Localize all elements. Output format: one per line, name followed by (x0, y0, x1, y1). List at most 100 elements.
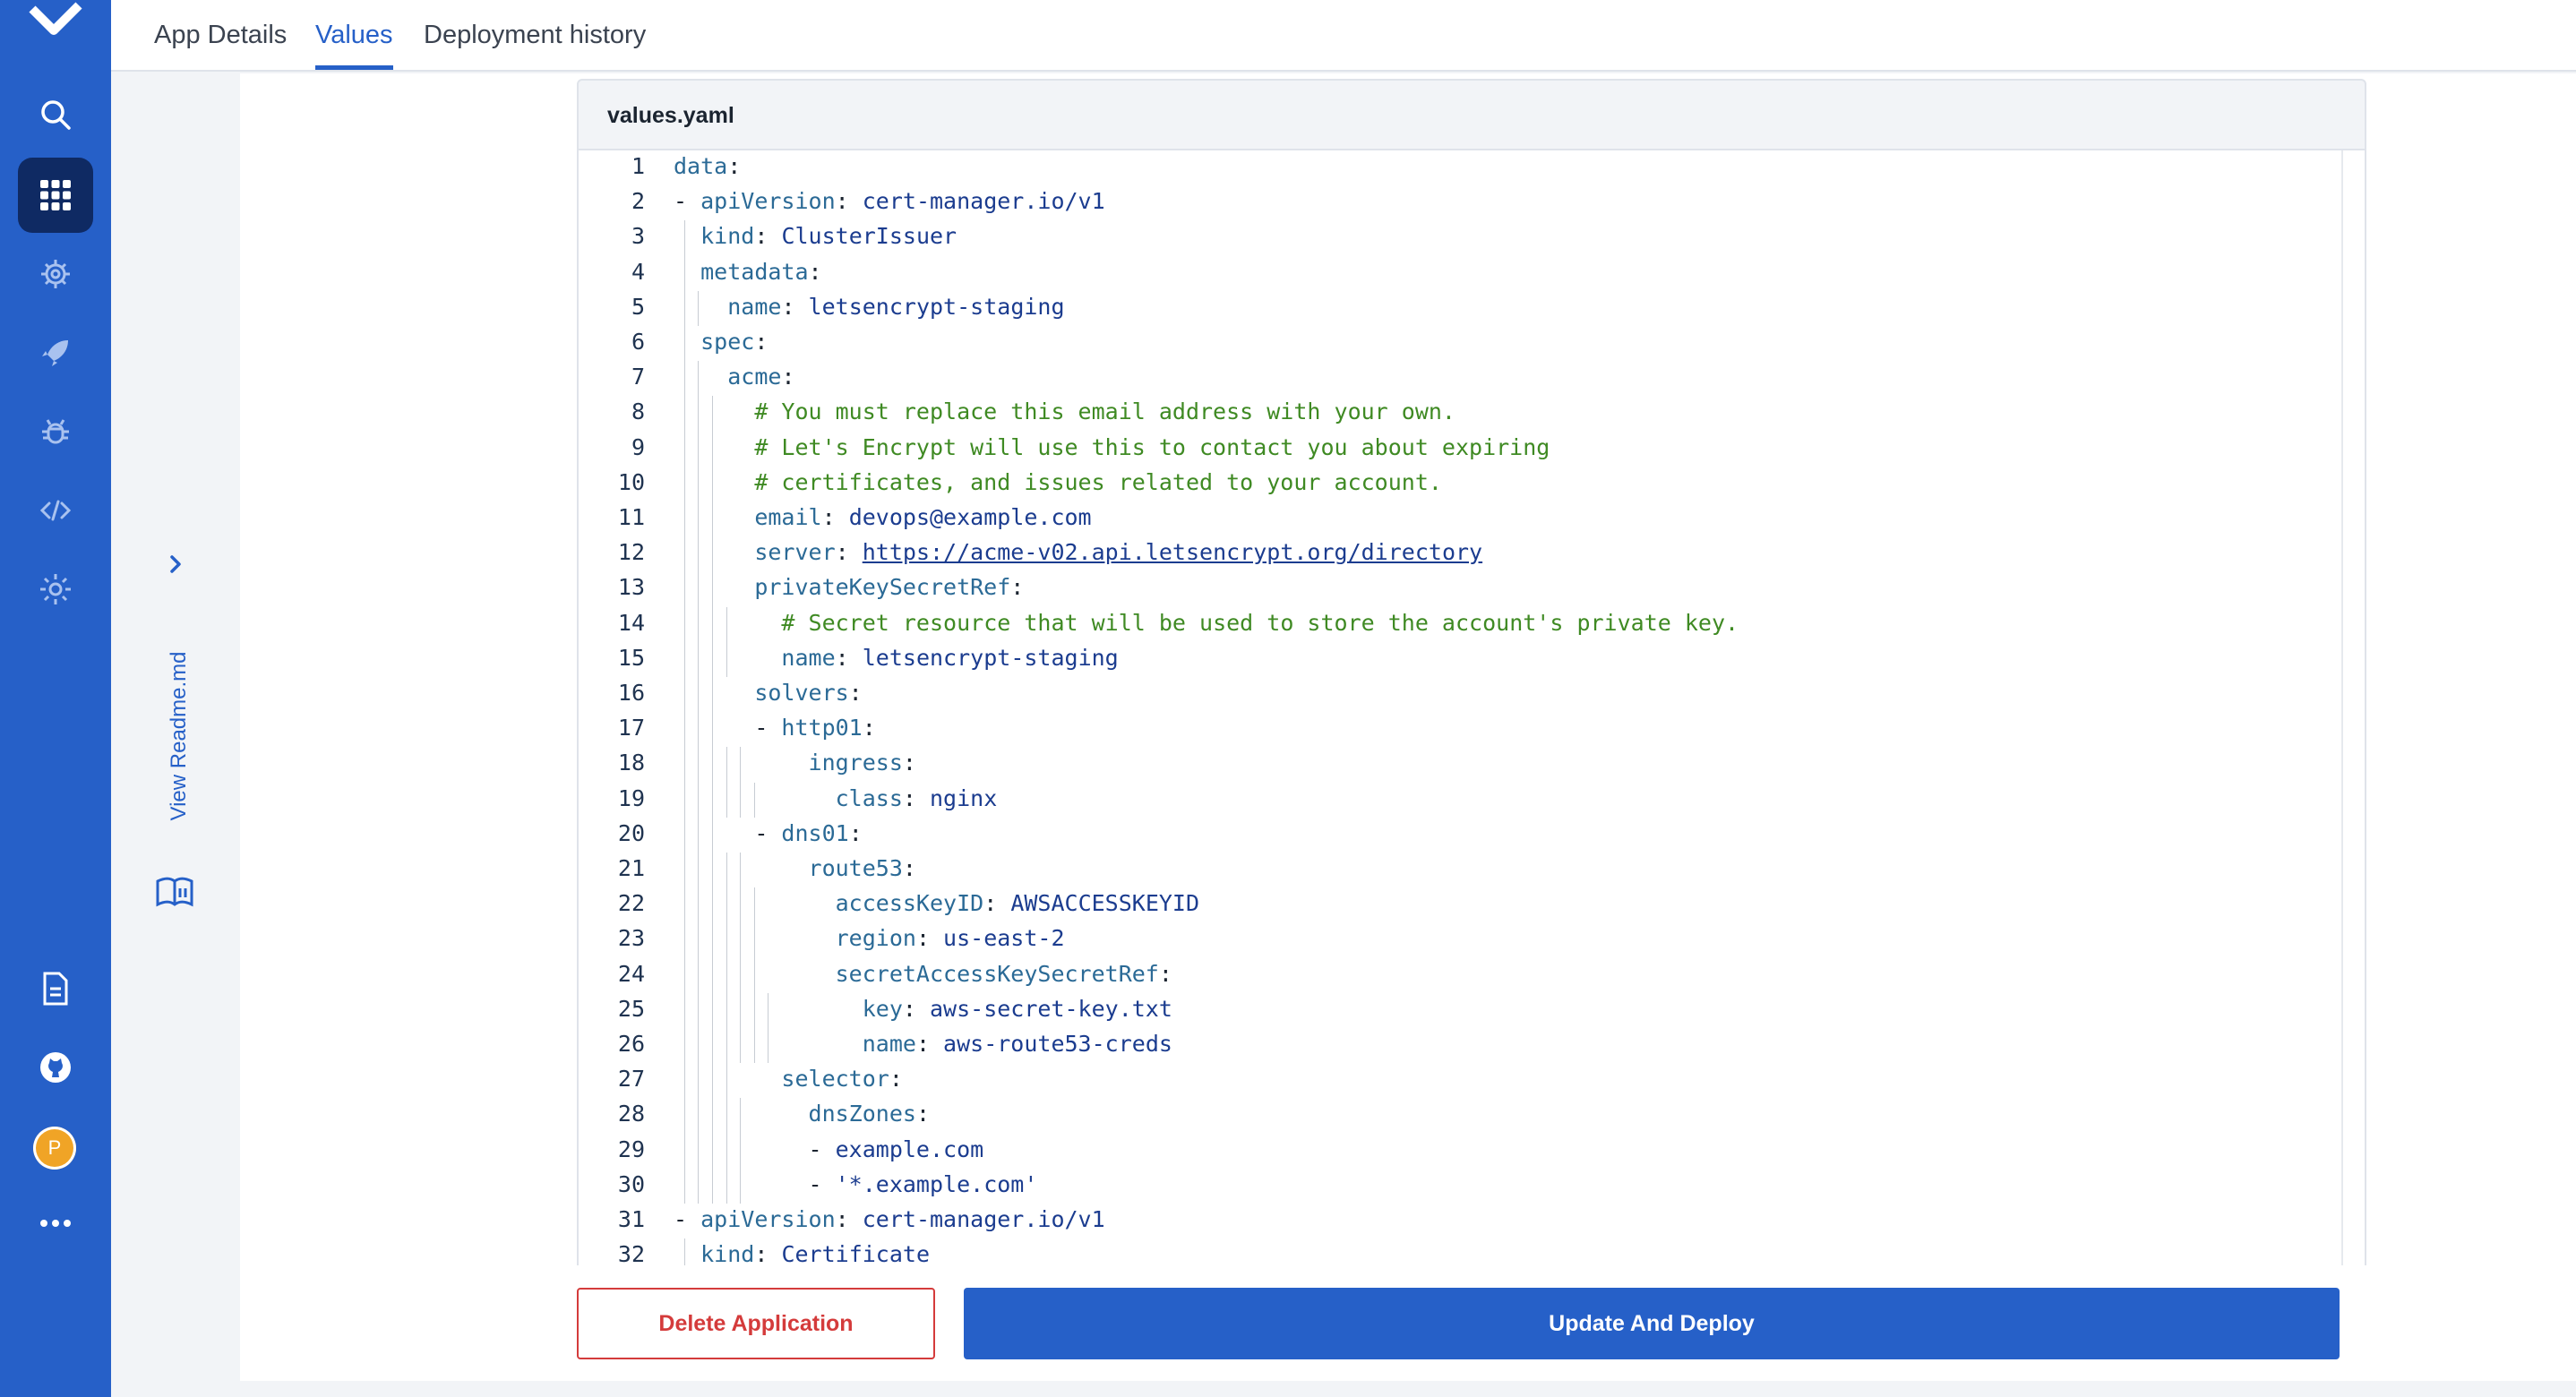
code-line: 10 # certificates, and issues related to… (579, 467, 2365, 499)
code-line: 16 solvers: (579, 677, 2365, 709)
indent-guide (740, 1133, 742, 1169)
indent-guide (740, 1168, 742, 1204)
indent-guide (726, 782, 727, 818)
indent-guide (712, 712, 713, 748)
code-line: 29 - example.com (579, 1134, 2365, 1166)
code-editor[interactable]: 1 data: 2- apiVersion: cert-manager.io/v1 3… (577, 150, 2366, 1265)
code-text: # Let's Encrypt will use this to contact… (754, 433, 1550, 460)
indent-guide (683, 887, 685, 923)
indent-guide (698, 396, 700, 432)
view-readme-link[interactable]: View Readme.md (167, 652, 192, 821)
indent-guide (740, 1098, 742, 1134)
logo-icon[interactable] (18, 0, 93, 59)
indent-guide (683, 641, 685, 677)
code-line: 14 # Secret resource that will be used t… (579, 607, 2365, 639)
code-line: 11 email: devops@example.com (579, 501, 2365, 534)
deploy-rocket-icon[interactable] (18, 315, 93, 390)
indent-guide (726, 922, 727, 958)
code-line: 31 - apiVersion: cert-manager.io/v1 (579, 1204, 2365, 1236)
line-number: 4 (631, 258, 645, 285)
code-text: class: nginx (835, 784, 998, 811)
action-bar: Delete Application Update And Deploy (577, 1288, 2368, 1361)
indent-guide (683, 1168, 685, 1204)
github-icon[interactable] (18, 1030, 93, 1105)
tab-values[interactable]: Values (315, 0, 393, 70)
indent-guide (698, 431, 700, 467)
line-number: 16 (617, 680, 645, 706)
indent-guide (698, 361, 700, 397)
indent-guide (726, 887, 727, 923)
indent-guide (726, 853, 727, 888)
line-number: 14 (617, 609, 645, 636)
chevron-right-icon[interactable] (159, 548, 192, 580)
avatar-initial: P (47, 1136, 62, 1159)
indent-guide (712, 922, 713, 958)
line-number: 5 (631, 293, 645, 320)
code-line: 23 region: us-east-2 (579, 922, 2365, 955)
readme-book-icon[interactable] (154, 874, 195, 914)
line-number: 23 (617, 925, 645, 952)
code-text: - http01: (754, 715, 876, 741)
indent-guide (683, 922, 685, 958)
line-number: 6 (631, 329, 645, 355)
avatar[interactable]: P (33, 1127, 76, 1170)
code-line: 6 spec: (579, 326, 2365, 358)
line-number: 9 (631, 433, 645, 460)
chart-store-icon[interactable] (18, 236, 93, 312)
line-number: 31 (617, 1206, 645, 1232)
top-tab-bar: App Details Values Deployment history (111, 0, 2576, 72)
indent-guide (740, 992, 742, 1028)
indent-guide (712, 1028, 713, 1064)
indent-guide (698, 606, 700, 642)
indent-guide (683, 1238, 685, 1265)
indent-guide (683, 220, 685, 256)
tab-deployment-history[interactable]: Deployment history (424, 0, 646, 70)
update-and-deploy-button[interactable]: Update And Deploy (964, 1288, 2340, 1359)
indent-guide (698, 1168, 700, 1204)
indent-guide (712, 747, 713, 783)
indent-guide (698, 536, 700, 572)
indent-guide (712, 571, 713, 607)
code-line: 25 key: aws-secret-key.txt (579, 993, 2365, 1025)
code-line: 17 - http01: (579, 712, 2365, 744)
line-number: 18 (617, 750, 645, 776)
indent-guide (698, 677, 700, 713)
indent-guide (698, 747, 700, 783)
more-icon[interactable] (18, 1186, 93, 1261)
indent-guide (726, 747, 727, 783)
indent-guide (698, 782, 700, 818)
code-icon[interactable] (18, 473, 93, 548)
indent-guide (683, 782, 685, 818)
indent-guide (698, 466, 700, 501)
indent-guide (683, 853, 685, 888)
docs-icon[interactable] (18, 951, 93, 1026)
indent-guide (726, 1133, 727, 1169)
indent-guide (740, 782, 742, 818)
code-text: kind: ClusterIssuer (700, 223, 957, 250)
security-bug-icon[interactable] (18, 394, 93, 469)
indent-guide (683, 361, 685, 397)
indent-guide (698, 1133, 700, 1169)
indent-guide (753, 782, 755, 818)
indent-guide (683, 957, 685, 993)
indent-guide (698, 992, 700, 1028)
code-line: 22 accessKeyID: AWSACCESSKEYID (579, 887, 2365, 920)
tab-app-details[interactable]: App Details (154, 0, 287, 70)
settings-gear-icon[interactable] (18, 552, 93, 627)
indent-guide (712, 1168, 713, 1204)
code-text: spec: (700, 329, 769, 355)
line-number: 15 (617, 644, 645, 671)
indent-guide (698, 641, 700, 677)
apps-grid-icon[interactable] (18, 158, 93, 233)
indent-guide (698, 1028, 700, 1064)
delete-application-button[interactable]: Delete Application (577, 1288, 935, 1359)
indent-guide (683, 501, 685, 537)
code-text: name: aws-route53-creds (862, 1031, 1172, 1057)
code-text: name: letsencrypt-staging (781, 644, 1119, 671)
code-text: - '*.example.com' (808, 1170, 1038, 1197)
indent-guide (683, 677, 685, 713)
line-number: 7 (631, 364, 645, 390)
search-icon[interactable] (18, 77, 93, 152)
code-text: # Secret resource that will be used to s… (781, 609, 1739, 636)
indent-guide (698, 817, 700, 853)
